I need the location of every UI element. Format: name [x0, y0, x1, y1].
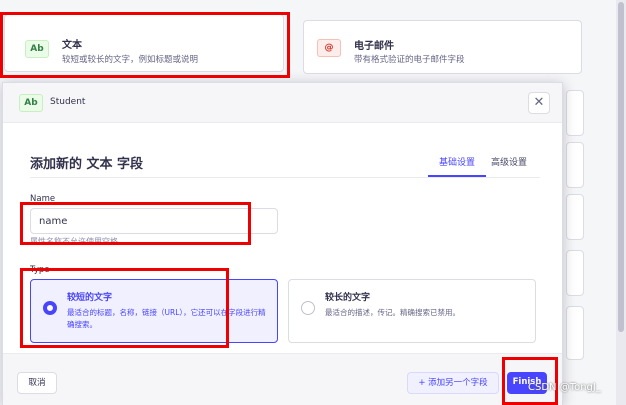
radio-unchecked-icon[interactable] — [301, 301, 315, 315]
type-option-desc: 最适合的描述，传记。精确搜索已禁用。 — [325, 308, 460, 317]
field-type-title: 电子邮件 — [354, 41, 394, 52]
scrollbar-thumb[interactable] — [618, 2, 624, 332]
name-label: Name — [30, 194, 56, 204]
field-type-card[interactable] — [566, 142, 584, 188]
modal-section-title: 添加新的 文本 字段 — [30, 157, 144, 172]
watermark: CSDN @TongJ_ — [528, 382, 601, 393]
field-type-card-email[interactable]: @ 电子邮件 带有格式验证的电子邮件字段 — [303, 20, 582, 74]
modal-footer: 取消 + 添加另一个字段 Finish — [3, 353, 562, 405]
type-option-desc: 最适合的标题，名称，链接（URL），它还可以在字段进行精确搜索。 — [67, 308, 266, 329]
field-type-card[interactable] — [566, 194, 584, 240]
type-option-title: 较长的文字 — [325, 293, 371, 303]
type-option-title: 较短的文字 — [67, 293, 113, 303]
type-label: Type — [30, 265, 50, 275]
field-type-desc: 带有格式验证的电子邮件字段 — [354, 55, 465, 65]
cancel-button[interactable]: 取消 — [17, 372, 57, 394]
field-type-title: 文本 — [62, 40, 82, 51]
name-hint: 属性名称不允许使用空格 — [30, 237, 118, 246]
add-another-field-button[interactable]: + 添加另一个字段 — [407, 372, 499, 394]
type-option-short-text[interactable]: 较短的文字 最适合的标题，名称，链接（URL），它还可以在字段进行精确搜索。 — [30, 279, 278, 343]
modal-header-title: Student — [50, 97, 86, 107]
field-type-card[interactable] — [566, 90, 584, 136]
text-type-icon: Ab — [19, 94, 43, 112]
active-tab-indicator — [428, 175, 486, 177]
field-type-card[interactable] — [566, 250, 584, 296]
field-type-card[interactable] — [566, 306, 584, 360]
radio-checked-icon[interactable] — [43, 301, 57, 315]
tab-advanced-settings[interactable]: 高级设置 — [491, 155, 527, 168]
type-option-long-text[interactable]: 较长的文字 最适合的描述，传记。精确搜索已禁用。 — [288, 279, 536, 343]
name-input[interactable] — [30, 208, 278, 234]
modal-header: Ab Student ✕ — [3, 83, 562, 123]
close-icon[interactable]: ✕ — [528, 92, 550, 114]
tabs-divider — [30, 177, 540, 178]
page-scrollbar[interactable] — [616, 0, 626, 405]
email-type-icon: @ — [317, 39, 341, 57]
tab-basic-settings[interactable]: 基础设置 — [439, 155, 475, 168]
field-type-card-text[interactable]: Ab 文本 较短或较长的文字，例如标题或说明 — [4, 14, 284, 72]
text-type-icon: Ab — [25, 40, 49, 58]
add-field-modal: Ab Student ✕ 添加新的 文本 字段 基础设置 高级设置 Name 属… — [2, 82, 563, 405]
field-type-desc: 较短或较长的文字，例如标题或说明 — [62, 55, 199, 65]
